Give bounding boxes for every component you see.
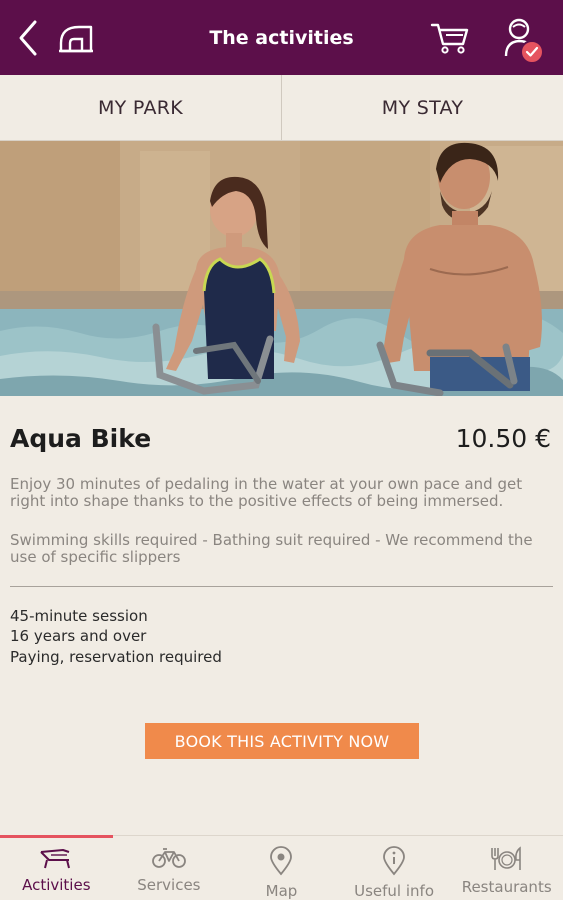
nav-activities[interactable]: Activities [0, 835, 113, 900]
session-duration: 45-minute session [10, 607, 148, 625]
info-icon [383, 846, 405, 876]
activity-title: Aqua Bike [10, 424, 152, 453]
nav-label: Restaurants [461, 878, 552, 896]
divider [10, 586, 553, 587]
top-app-bar: The activities [0, 0, 563, 75]
cutlery-icon [490, 846, 521, 870]
payment-info: Paying, reservation required [10, 648, 222, 666]
home-button[interactable] [54, 0, 100, 75]
back-button[interactable] [8, 0, 48, 75]
activity-requirements: Swimming skills required - Bathing suit … [10, 531, 533, 566]
account-button[interactable] [494, 0, 546, 75]
bicycle-icon [151, 848, 186, 868]
nav-useful-info[interactable]: Useful info [338, 836, 451, 900]
nav-services[interactable]: Services [113, 836, 226, 900]
cart-button[interactable] [426, 0, 474, 75]
nav-restaurants[interactable]: Restaurants [450, 836, 563, 900]
nav-label: Useful info [354, 882, 435, 900]
age-requirement: 16 years and over [10, 627, 147, 645]
nav-label: Services [137, 876, 201, 894]
verified-badge [520, 40, 544, 64]
checkmark-icon [525, 46, 539, 57]
activity-price: 10.50 € [455, 424, 551, 453]
nav-label: Activities [22, 876, 91, 894]
back-icon [19, 20, 37, 55]
tab-bar: MY PARK MY STAY [0, 75, 563, 141]
map-pin-icon [270, 846, 293, 876]
activity-photo [0, 141, 563, 396]
cart-icon [430, 23, 469, 54]
home-icon [59, 25, 93, 52]
lounger-icon [40, 849, 71, 869]
book-activity-button[interactable]: BOOK THIS ACTIVITY NOW [145, 723, 419, 759]
nav-map[interactable]: Map [225, 836, 338, 900]
bottom-navigation: Activities Services Map Useful info Rest… [0, 835, 563, 900]
tab-my-stay[interactable]: MY STAY [281, 75, 563, 140]
tab-my-park[interactable]: MY PARK [0, 75, 281, 140]
page-title: The activities [209, 26, 354, 49]
nav-label: Map [265, 882, 298, 900]
activity-description: Enjoy 30 minutes of pedaling in the wate… [10, 475, 523, 510]
